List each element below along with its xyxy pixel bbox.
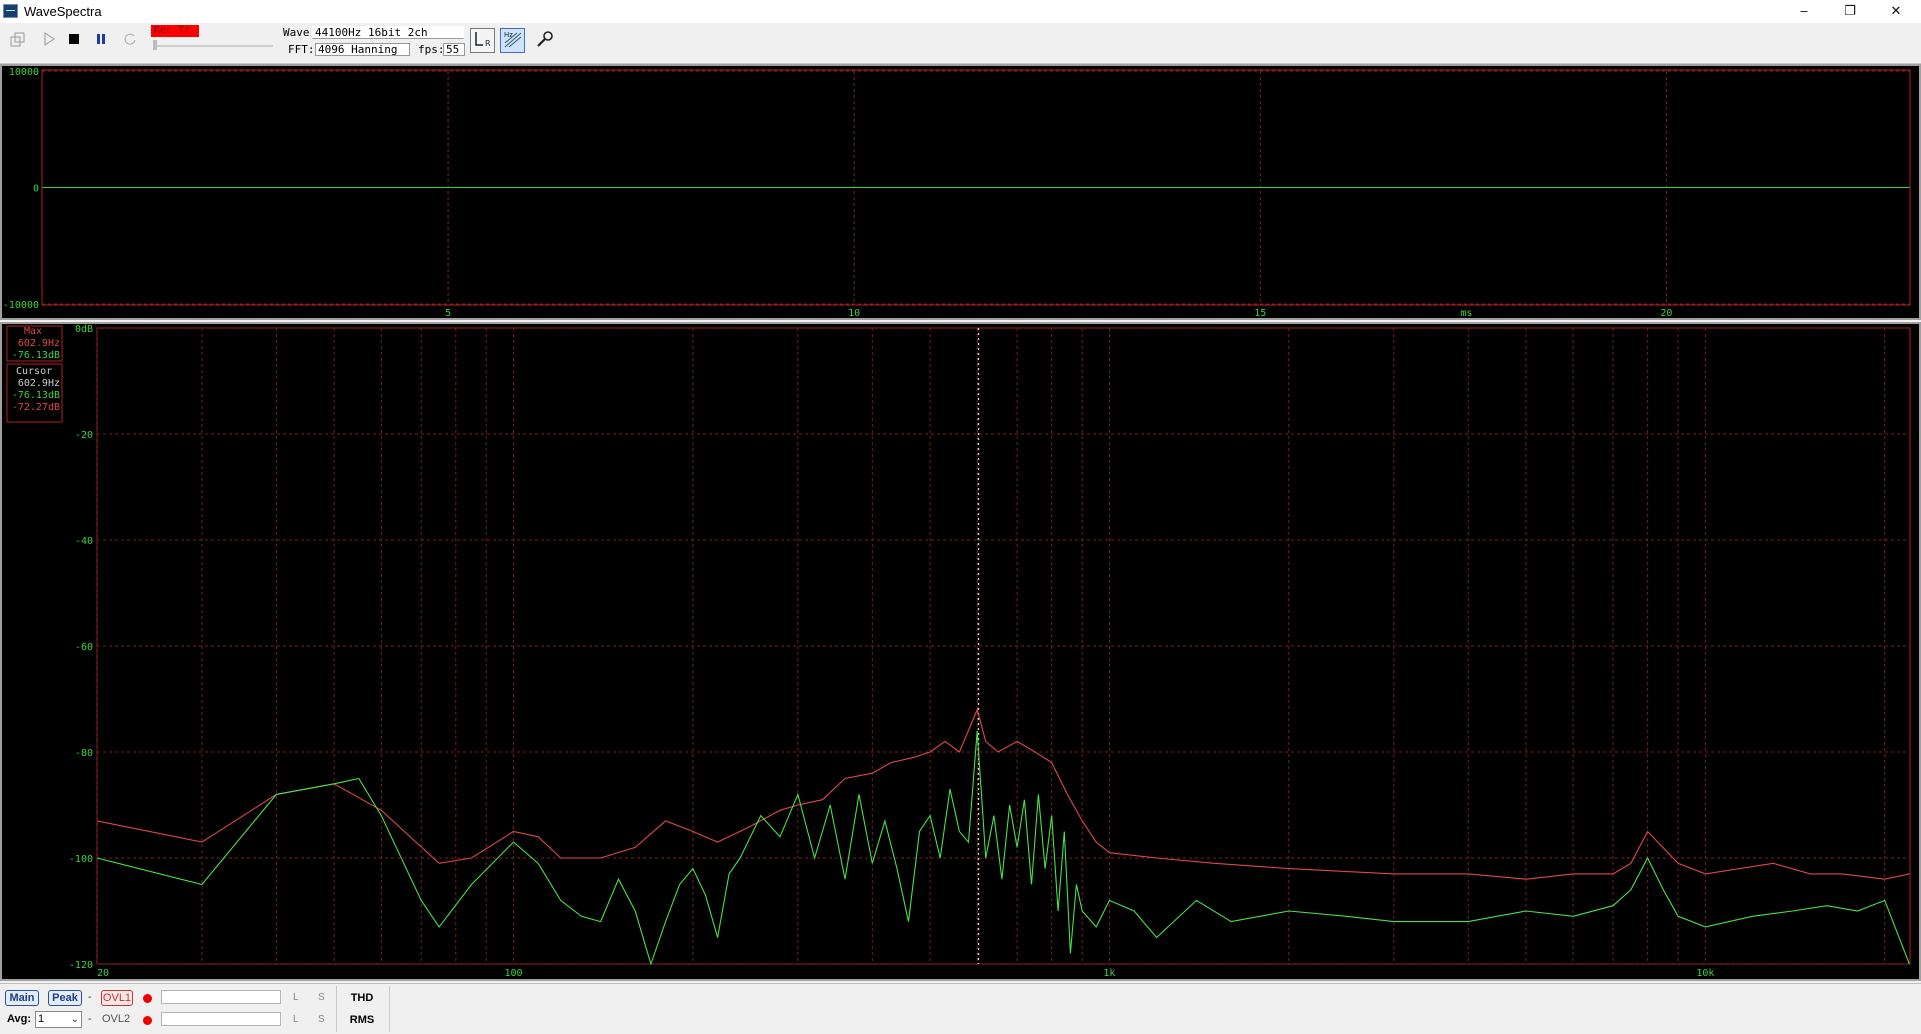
- wave-x-tick-label: 5: [445, 308, 451, 318]
- status-bar: Main Peak - OVL1 L S Avg: 1 ⌄ - OVL2 L S…: [0, 983, 1921, 1034]
- status-divider-2: [389, 986, 390, 1032]
- wave-y-tick-label: -10000: [3, 300, 39, 311]
- rec-trigger-badge: Rec Tr: [151, 25, 199, 37]
- play-button[interactable]: [38, 31, 60, 53]
- app-icon: [3, 4, 18, 18]
- pause-icon: [97, 34, 105, 44]
- svg-text:R: R: [485, 39, 491, 48]
- dash-separator-2: -: [88, 1013, 92, 1025]
- spectrum-y-tick-label: -120: [69, 960, 93, 971]
- restore-button[interactable]: ❐: [1827, 0, 1873, 23]
- play-icon: [44, 32, 55, 46]
- rec-level-thumb[interactable]: [153, 40, 157, 50]
- spectrum-x-tick-label: 100: [504, 968, 522, 979]
- main-button[interactable]: Main: [5, 990, 39, 1006]
- wave-x-unit-label: ms: [1460, 308, 1472, 318]
- fps-label: fps:: [418, 43, 445, 56]
- settings-button[interactable]: [532, 28, 557, 53]
- toolbar: Rec Tr Wave: 44100Hz 16bit 2ch FFT: 4096…: [0, 23, 1921, 64]
- rms-button[interactable]: RMS: [343, 1011, 381, 1029]
- spectrum-y-tick-label: 0dB: [75, 324, 93, 335]
- hz-scale-icon: Hz: [504, 31, 521, 48]
- waveform-plot: 5 10 15 20 ms 10000 0 -10000: [3, 67, 1911, 318]
- copy-icon: [10, 32, 25, 47]
- window-title: WaveSpectra: [24, 4, 102, 19]
- wave-x-tick-label: 20: [1660, 308, 1672, 318]
- max-readout-level: -76.13dB: [12, 350, 60, 361]
- minimize-button[interactable]: –: [1781, 0, 1827, 23]
- ovl2-label[interactable]: OVL2: [102, 1013, 130, 1025]
- cursor-readout-level-right: -72.27dB: [12, 402, 60, 413]
- wave-format-field: 44100Hz 16bit 2ch: [312, 26, 464, 39]
- s-label-1: S: [318, 992, 325, 1003]
- wave-y-tick-label: 0: [33, 184, 39, 195]
- title-bar: WaveSpectra – ❐ ✕: [0, 0, 1921, 23]
- ovl1-indicator-icon: [143, 994, 152, 1003]
- cursor-readout-level-left: -76.13dB: [12, 390, 60, 401]
- wave-x-tick-label: 15: [1254, 308, 1266, 318]
- max-readout-freq: 602.9Hz: [18, 338, 60, 349]
- stop-icon: [69, 34, 79, 44]
- spectrum-x-tick-label: 1k: [1103, 968, 1115, 979]
- l-label-2: L: [293, 1014, 299, 1025]
- cursor-readout-freq: 602.9Hz: [18, 378, 60, 389]
- pause-button[interactable]: [90, 31, 112, 53]
- spectrum-y-tick-label: -20: [75, 430, 93, 441]
- restore-icon: ❐: [1844, 3, 1856, 18]
- spectrum-x-tick-label: 20: [97, 968, 109, 979]
- spectrum-x-tick-label: 10k: [1696, 968, 1714, 979]
- avg-value: 1: [38, 1013, 45, 1025]
- thd-button[interactable]: THD: [343, 989, 381, 1007]
- spectrum-y-tick-label: -100: [69, 854, 93, 865]
- dash-separator: -: [88, 991, 92, 1003]
- spectrum-live-line: [96, 730, 1910, 966]
- peak-button[interactable]: Peak: [48, 990, 82, 1006]
- status-divider: [336, 986, 337, 1032]
- wave-y-tick-label: 10000: [9, 67, 39, 78]
- lr-channel-button[interactable]: R: [470, 28, 495, 53]
- lr-channel-icon: R: [474, 32, 491, 48]
- minimize-icon: –: [1800, 3, 1808, 18]
- fps-field: 55: [443, 43, 465, 56]
- settings-wrench-icon: [536, 31, 553, 47]
- ovl2-indicator-icon: [143, 1016, 152, 1025]
- rec-level-slider[interactable]: [153, 45, 273, 47]
- level-meter-1: [161, 990, 281, 1004]
- spectrum-y-tick-label: -80: [75, 748, 93, 759]
- hz-scale-button[interactable]: Hz: [500, 28, 525, 53]
- l-label-1: L: [293, 992, 299, 1003]
- wave-x-tick-label: 10: [848, 308, 860, 318]
- avg-select[interactable]: 1 ⌄: [35, 1011, 82, 1028]
- loop-icon: [124, 33, 136, 45]
- spectrum-plot: 0dB-20-40-60-80-100-12020 100 1k 10kMax602.…: [6, 324, 1911, 979]
- spectrum-y-tick-label: -40: [75, 536, 93, 547]
- spectrum-y-tick-label: -60: [75, 642, 93, 653]
- waveform-panel[interactable]: 5 10 15 20 ms 10000 0 -10000: [0, 64, 1921, 320]
- fft-label: FFT:: [288, 43, 315, 56]
- spectrum-panel[interactable]: 0dB -20 -40 -60 -80 -100 -120 20 100 1k 10k Max 602.…: [0, 322, 1921, 981]
- fft-setting-field[interactable]: 4096 Hanning: [315, 43, 410, 56]
- s-label-2: S: [318, 1014, 325, 1025]
- chevron-down-icon: ⌄: [70, 1014, 79, 1025]
- avg-label: Avg:: [7, 1013, 32, 1025]
- cursor-readout-title: Cursor: [16, 366, 52, 377]
- close-button[interactable]: ✕: [1873, 0, 1919, 23]
- copy-button[interactable]: [7, 31, 29, 53]
- ovl1-button[interactable]: OVL1: [101, 990, 133, 1006]
- level-meter-2: [161, 1012, 281, 1026]
- close-icon: ✕: [1890, 3, 1902, 18]
- stop-button[interactable]: [63, 31, 85, 53]
- max-readout-title: Max: [24, 326, 42, 337]
- loop-button[interactable]: [119, 31, 141, 53]
